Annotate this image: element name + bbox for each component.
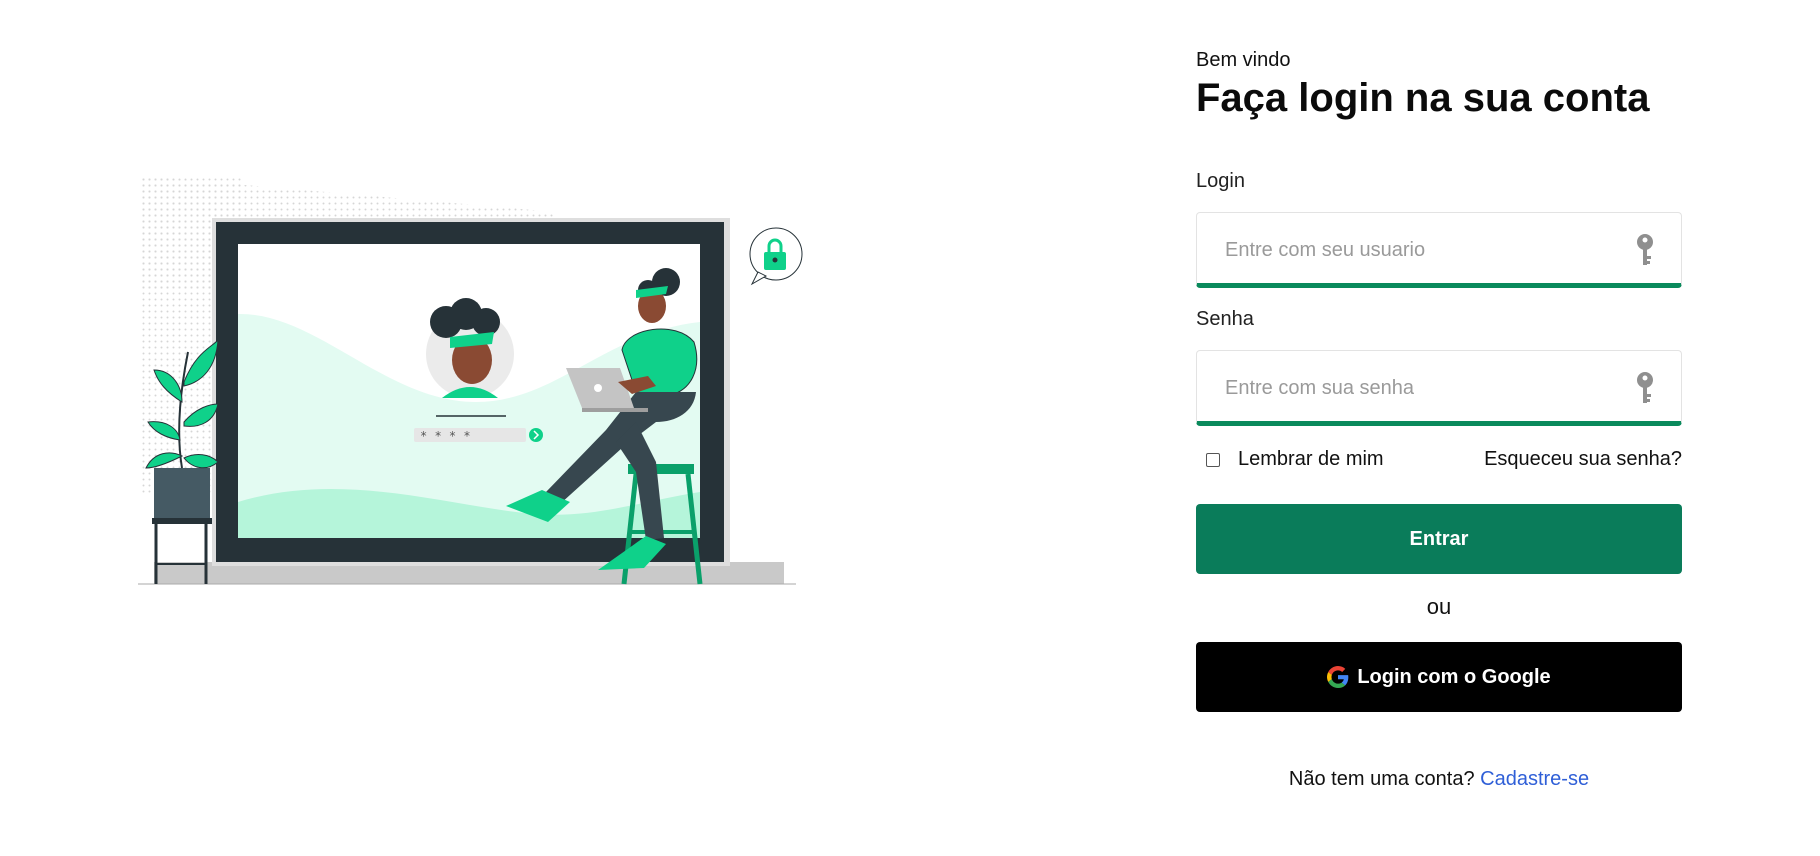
login-label: Login [1196,170,1245,192]
welcome-text: Bem vindo [1196,49,1291,71]
google-login-label: Login com o Google [1357,665,1551,688]
login-field[interactable] [1196,212,1682,288]
remember-checkbox[interactable] [1206,452,1220,467]
separator-text: ou [1426,594,1452,619]
key-icon [1637,234,1653,265]
signup-prompt: Não tem uma conta? [1288,768,1475,790]
forgot-password-link[interactable]: Esqueceu sua senha? [1484,448,1682,471]
google-icon [1327,666,1349,688]
password-input[interactable] [1223,371,1627,405]
login-illustration: * * * * [136,172,816,592]
login-input[interactable] [1223,233,1627,267]
illustration-password-mask: * * * * [420,429,471,443]
password-field[interactable] [1196,350,1682,426]
submit-button[interactable]: Entrar [1196,504,1682,574]
key-icon [1637,372,1653,403]
signup-row: Não tem uma conta? Cadastre-se [1196,768,1682,791]
signup-link[interactable]: Cadastre-se [1480,768,1589,790]
password-label: Senha [1196,308,1254,330]
login-panel: Bem vindo Faça login na sua conta Login … [1196,48,1682,790]
remember-label: Lembrar de mim [1238,448,1384,470]
google-login-button[interactable]: Login com o Google [1196,642,1682,712]
login-page: * * * * Bem vindo Faça login na sua cont… [0,0,1820,856]
page-title: Faça login na sua conta [1196,76,1650,120]
remember-me[interactable]: Lembrar de mim [1196,448,1384,471]
